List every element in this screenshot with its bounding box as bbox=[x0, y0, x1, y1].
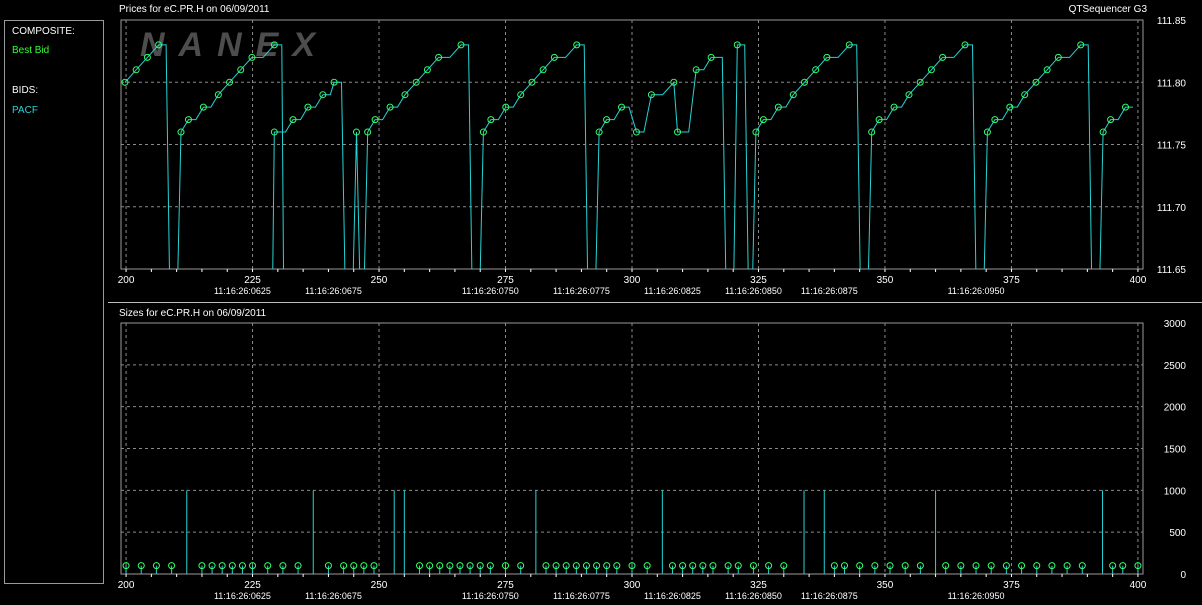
y-tick-label: 111.75 bbox=[1157, 141, 1187, 152]
y-tick-label: 111.80 bbox=[1157, 78, 1187, 89]
time-label: 11:16:26:0675 bbox=[305, 591, 362, 601]
y-tick-label: 1000 bbox=[1164, 486, 1187, 497]
x-tick-label: 275 bbox=[497, 275, 514, 286]
y-tick-label: 2500 bbox=[1164, 361, 1187, 372]
x-tick-label: 275 bbox=[497, 580, 514, 591]
x-tick-label: 225 bbox=[244, 580, 261, 591]
x-tick-label: 375 bbox=[1003, 275, 1020, 286]
time-label: 11:16:26:0850 bbox=[725, 591, 782, 601]
x-tick-label: 300 bbox=[624, 580, 641, 591]
y-tick-label: 111.85 bbox=[1157, 16, 1187, 27]
time-label: 11:16:26:0750 bbox=[462, 591, 519, 601]
time-label: 11:16:26:0850 bbox=[725, 286, 782, 296]
time-label: 11:16:26:0825 bbox=[644, 591, 701, 601]
time-label: 11:16:26:0625 bbox=[214, 591, 271, 601]
y-tick-label: 3000 bbox=[1164, 319, 1187, 330]
y-tick-label: 2000 bbox=[1164, 403, 1187, 414]
x-tick-label: 200 bbox=[118, 275, 135, 286]
time-label: 11:16:26:0875 bbox=[801, 286, 858, 296]
x-tick-label: 350 bbox=[877, 580, 894, 591]
x-tick-label: 325 bbox=[750, 275, 767, 286]
x-tick-label: 250 bbox=[371, 580, 388, 591]
y-tick-label: 111.65 bbox=[1157, 265, 1187, 276]
x-tick-label: 325 bbox=[750, 580, 767, 591]
time-label: 11:16:26:0775 bbox=[553, 286, 610, 296]
x-tick-label: 400 bbox=[1130, 275, 1147, 286]
x-tick-label: 375 bbox=[1003, 580, 1020, 591]
x-tick-label: 200 bbox=[118, 580, 135, 591]
time-label: 11:16:26:0675 bbox=[305, 286, 362, 296]
time-label: 11:16:26:0825 bbox=[644, 286, 701, 296]
x-tick-label: 250 bbox=[371, 275, 388, 286]
nanex-watermark: NANEX bbox=[140, 26, 329, 64]
time-label: 11:16:26:0750 bbox=[462, 286, 519, 296]
y-tick-label: 0 bbox=[1180, 570, 1186, 581]
x-tick-label: 400 bbox=[1130, 580, 1147, 591]
charts-canvas: NANEX 111.85 111.80 111.75 111.70 111.65 200 22… bbox=[118, 16, 1187, 601]
time-label: 11:16:26:0775 bbox=[553, 591, 610, 601]
time-label: 11:16:26:0625 bbox=[214, 286, 271, 296]
y-tick-label: 500 bbox=[1169, 528, 1186, 539]
x-tick-label: 225 bbox=[244, 275, 261, 286]
y-tick-label: 1500 bbox=[1164, 445, 1187, 456]
time-label: 11:16:26:0875 bbox=[801, 591, 858, 601]
time-label: 11:16:26:0950 bbox=[948, 591, 1005, 601]
y-tick-label: 111.70 bbox=[1157, 203, 1187, 214]
x-tick-label: 300 bbox=[624, 275, 641, 286]
time-label: 11:16:26:0950 bbox=[948, 286, 1005, 296]
x-tick-label: 350 bbox=[877, 275, 894, 286]
